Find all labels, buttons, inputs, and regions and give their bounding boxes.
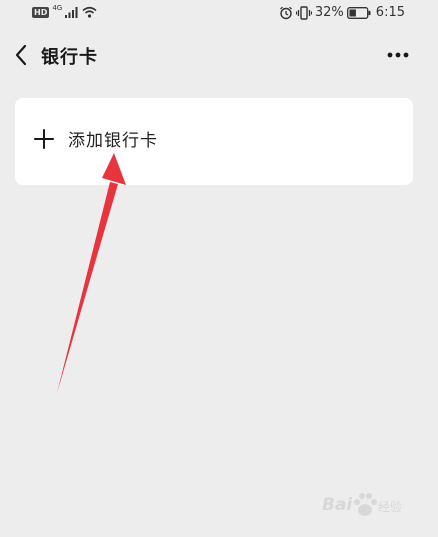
bank-card-panel: 添加银行卡 <box>15 98 413 185</box>
nav-bar: 银行卡 <box>0 28 438 84</box>
plus-icon <box>33 128 55 150</box>
signal-icon <box>65 7 78 18</box>
status-bar: HD 4G 32% 6:15 <box>0 0 438 28</box>
vibrate-icon <box>295 5 312 20</box>
more-button[interactable] <box>384 42 412 68</box>
back-button[interactable] <box>8 42 34 68</box>
watermark-suffix: 经验 <box>378 500 403 514</box>
baidu-watermark: Bai 经验 <box>318 486 418 526</box>
battery-percent: 32% <box>314 5 344 20</box>
alarm-icon <box>279 6 292 19</box>
hd-icon: HD <box>32 6 50 18</box>
page-title: 银行卡 <box>41 47 98 68</box>
watermark-brand: Bai <box>322 495 353 515</box>
wifi-icon <box>82 6 97 18</box>
arrow-shaft <box>57 182 118 393</box>
battery-icon <box>346 6 371 19</box>
status-right: 32% 6:15 <box>279 5 405 20</box>
paw-logo-icon <box>354 493 377 516</box>
add-bank-card-label: 添加银行卡 <box>68 131 158 151</box>
clock-time: 6:15 <box>375 5 405 20</box>
chevron-left-icon <box>15 44 27 66</box>
add-bank-card-button[interactable]: 添加银行卡 <box>33 126 158 151</box>
network-type-label: 4G <box>52 4 63 12</box>
more-dots-icon <box>387 52 409 58</box>
status-left: HD 4G <box>32 4 97 18</box>
